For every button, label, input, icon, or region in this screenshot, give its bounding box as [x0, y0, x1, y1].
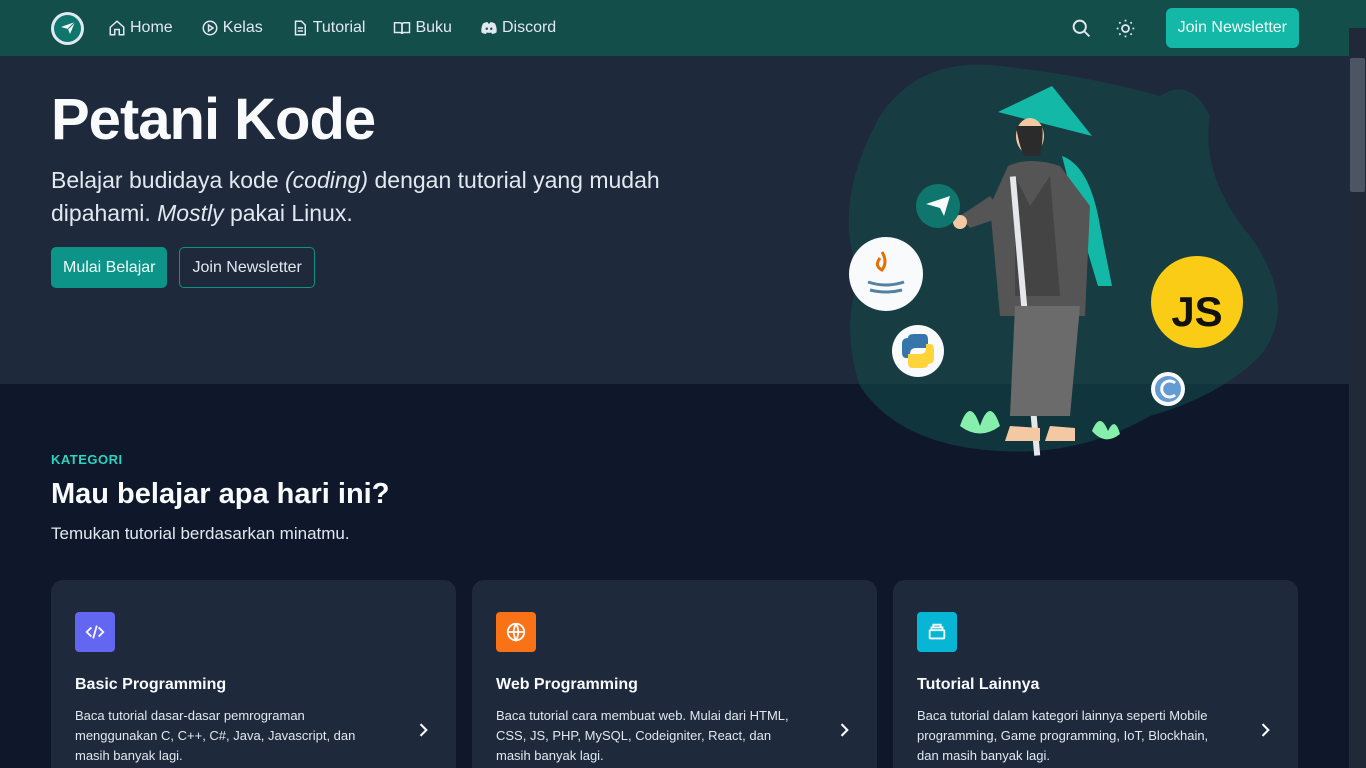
globe-icon	[496, 612, 536, 652]
nav-label: Discord	[501, 19, 557, 36]
scrollbar-thumb[interactable]	[1350, 58, 1365, 192]
section-subtitle: Temukan tutorial berdasarkan minatmu.	[51, 524, 350, 543]
discord-icon	[480, 19, 498, 37]
card-description: Baca tutorial dalam kategori lainnya sep…	[917, 708, 1209, 763]
page-scrollbar[interactable]	[1349, 28, 1366, 768]
chevron-right-icon[interactable]	[1255, 720, 1275, 740]
nav-item-discord[interactable]: Discord	[480, 19, 556, 37]
book-icon	[393, 19, 411, 37]
card-web-programming[interactable]: Web Programming Baca tutorial cara membu…	[472, 580, 877, 768]
category-cards: Basic Programming Baca tutorial dasar-da…	[51, 580, 1314, 768]
stack-icon	[917, 612, 957, 652]
petani-kode-logo[interactable]	[51, 11, 84, 45]
farmer-coder-illustration: JS	[848, 64, 1278, 456]
nav-item-tutorial[interactable]: Tutorial	[291, 19, 366, 37]
card-tutorial-lainnya[interactable]: Tutorial Lainnya Baca tutorial dalam kat…	[893, 580, 1298, 768]
home-icon	[108, 19, 126, 37]
section-title: Mau belajar apa hari ini?	[51, 478, 390, 510]
nav-label: Buku	[415, 19, 452, 36]
code-icon	[75, 612, 115, 652]
document-icon	[291, 19, 309, 37]
card-title: Basic Programming	[75, 676, 227, 693]
search-icon[interactable]	[1070, 16, 1094, 40]
nav-item-home[interactable]: Home	[108, 19, 173, 37]
hero-join-newsletter-button[interactable]: Join Newsletter	[179, 247, 315, 288]
mulai-belajar-button[interactable]: Mulai Belajar	[51, 247, 168, 288]
nav-item-kelas[interactable]: Kelas	[201, 19, 263, 37]
card-basic-programming[interactable]: Basic Programming Baca tutorial dasar-da…	[51, 580, 456, 768]
top-navbar: Home Kelas Tutorial Buku Discord Join Ne…	[0, 0, 1366, 56]
section-label: KATEGORI	[51, 452, 123, 467]
js-badge-text: JS	[1171, 288, 1222, 335]
card-description: Baca tutorial cara membuat web. Mulai da…	[496, 708, 789, 763]
nav-label: Kelas	[222, 19, 263, 36]
card-title: Tutorial Lainnya	[917, 676, 1040, 693]
card-description: Baca tutorial dasar-dasar pemrograman me…	[75, 708, 356, 763]
hero-subtitle: Belajar budidaya kode (coding) dengan tu…	[51, 167, 660, 226]
join-newsletter-button[interactable]: Join Newsletter	[1165, 8, 1299, 48]
chevron-right-icon[interactable]	[834, 720, 854, 740]
play-circle-icon	[201, 19, 219, 37]
hero-title: Petani Kode	[51, 87, 376, 152]
card-title: Web Programming	[496, 676, 638, 693]
paper-plane-icon	[54, 14, 81, 42]
sun-theme-toggle-icon[interactable]	[1114, 16, 1138, 40]
nav-label: Tutorial	[312, 19, 366, 36]
chevron-right-icon[interactable]	[413, 720, 433, 740]
nav-label: Home	[130, 19, 173, 36]
nav-item-buku[interactable]: Buku	[393, 19, 452, 37]
